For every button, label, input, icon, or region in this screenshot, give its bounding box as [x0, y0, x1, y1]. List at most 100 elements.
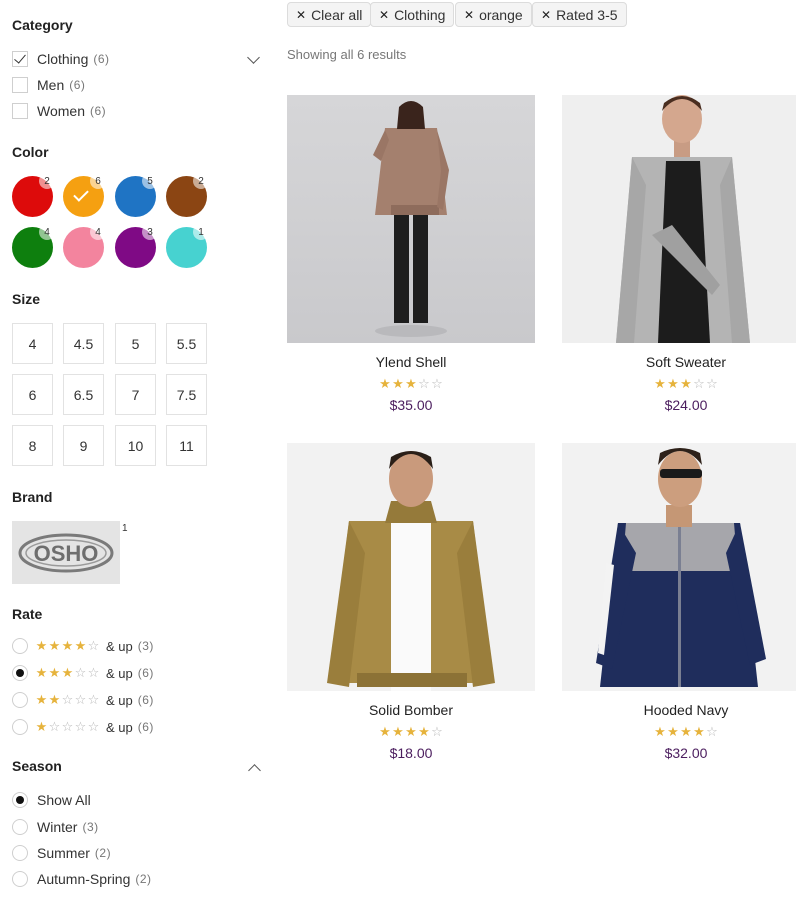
- product-image[interactable]: [287, 95, 535, 343]
- color-swatch-turquoise[interactable]: 1: [166, 224, 209, 268]
- swatch-count-badge: 2: [39, 173, 55, 189]
- chip-clothing[interactable]: ✕ Clothing: [370, 2, 455, 27]
- rate-radio[interactable]: [12, 638, 28, 654]
- product-card[interactable]: Hooded Navy ★ ★ ★ ★ ☆ $32.00: [562, 443, 796, 761]
- rate-count: (6): [137, 666, 154, 680]
- product-name[interactable]: Soft Sweater: [562, 354, 796, 370]
- rate-radio[interactable]: [12, 719, 28, 735]
- star-filled-icon: ★: [35, 692, 48, 708]
- category-count: (6): [89, 104, 107, 118]
- rate-title: Rate: [12, 606, 43, 622]
- brand-count: 1: [122, 523, 128, 534]
- size-option[interactable]: 7.5: [166, 374, 207, 415]
- results-count: Showing all 6 results: [287, 47, 407, 62]
- size-option[interactable]: 8: [12, 425, 53, 466]
- product-card[interactable]: Solid Bomber ★ ★ ★ ★ ☆ $18.00: [287, 443, 535, 761]
- star-filled-icon: ★: [405, 377, 417, 392]
- product-image[interactable]: [562, 95, 796, 343]
- season-count: (2): [135, 872, 152, 886]
- rate-radio[interactable]: [12, 665, 28, 681]
- men-checkbox[interactable]: [12, 77, 28, 93]
- size-option[interactable]: 9: [63, 425, 104, 466]
- season-radio[interactable]: [12, 819, 28, 835]
- season-option[interactable]: Winter (3): [12, 818, 99, 836]
- star-empty-icon: ☆: [706, 725, 718, 740]
- category-chevron-down-icon[interactable]: [247, 51, 260, 64]
- color-swatch-orange[interactable]: 6: [63, 173, 106, 217]
- star-filled-icon: ★: [392, 725, 404, 740]
- chip-orange[interactable]: ✕ orange: [455, 2, 532, 27]
- season-radio[interactable]: [12, 845, 28, 861]
- star-filled-icon: ★: [35, 665, 48, 681]
- rate-option-3[interactable]: ★ ★ ★ ☆ ☆ & up (6): [12, 664, 154, 682]
- product-image[interactable]: [287, 443, 535, 691]
- color-swatch-blue[interactable]: 5: [115, 173, 158, 217]
- size-option[interactable]: 11: [166, 425, 207, 466]
- chip-clear-all[interactable]: ✕ Clear all: [287, 2, 372, 27]
- product-name[interactable]: Solid Bomber: [287, 702, 535, 718]
- chip-rated[interactable]: ✕ Rated 3-5: [532, 2, 627, 27]
- brand-osho-logo[interactable]: OSHO: [12, 521, 120, 584]
- size-option[interactable]: 6.5: [63, 374, 104, 415]
- rate-label: & up: [106, 638, 133, 654]
- star-empty-icon: ☆: [74, 665, 87, 681]
- rate-label: & up: [106, 665, 133, 681]
- star-filled-icon: ★: [48, 638, 61, 654]
- product-price: $32.00: [664, 745, 708, 761]
- color-swatch-brown[interactable]: 2: [166, 173, 209, 217]
- color-swatch-pink[interactable]: 4: [63, 224, 106, 268]
- product-card[interactable]: Soft Sweater ★ ★ ★ ☆ ☆ $24.00: [562, 95, 796, 413]
- star-empty-icon: ☆: [87, 692, 100, 708]
- color-swatch-red[interactable]: 2: [12, 173, 55, 217]
- color-swatch-purple[interactable]: 3: [115, 224, 158, 268]
- close-icon: ✕: [379, 7, 390, 22]
- star-empty-icon: ☆: [431, 725, 443, 740]
- season-chevron-up-icon[interactable]: [248, 764, 261, 777]
- star-empty-icon: ☆: [61, 692, 74, 708]
- product-name[interactable]: Hooded Navy: [562, 702, 796, 718]
- season-option[interactable]: Show All: [12, 791, 91, 809]
- rate-count: (3): [137, 639, 154, 653]
- season-count: (3): [82, 820, 99, 834]
- chip-label: Clothing: [394, 6, 446, 23]
- season-option[interactable]: Autumn-Spring (2): [12, 870, 152, 888]
- star-empty-icon: ☆: [693, 377, 705, 392]
- season-label: Show All: [37, 792, 91, 808]
- product-price: $35.00: [389, 397, 433, 413]
- size-option[interactable]: 4: [12, 323, 53, 364]
- rate-radio[interactable]: [12, 692, 28, 708]
- category-item-clothing[interactable]: Clothing (6): [12, 49, 110, 69]
- size-option[interactable]: 7: [115, 374, 156, 415]
- model-figure-icon: [596, 448, 766, 687]
- rate-option-4[interactable]: ★ ★ ★ ★ ☆ & up (3): [12, 637, 154, 655]
- product-image[interactable]: [562, 443, 796, 691]
- season-title: Season: [12, 758, 62, 774]
- size-option[interactable]: 4.5: [63, 323, 104, 364]
- rate-label: & up: [106, 692, 133, 708]
- star-filled-icon: ★: [48, 692, 61, 708]
- size-option[interactable]: 5: [115, 323, 156, 364]
- color-swatch-green[interactable]: 4: [12, 224, 55, 268]
- size-option[interactable]: 6: [12, 374, 53, 415]
- star-filled-icon: ★: [667, 377, 679, 392]
- category-count: (6): [93, 52, 110, 66]
- star-filled-icon: ★: [74, 638, 87, 654]
- product-name[interactable]: Ylend Shell: [287, 354, 535, 370]
- size-option[interactable]: 10: [115, 425, 156, 466]
- category-item-women[interactable]: Women (6): [12, 101, 106, 121]
- rate-option-1[interactable]: ★ ☆ ☆ ☆ ☆ & up (6): [12, 718, 154, 736]
- women-checkbox[interactable]: [12, 103, 28, 119]
- star-filled-icon: ★: [680, 377, 692, 392]
- size-option[interactable]: 5.5: [166, 323, 207, 364]
- season-radio[interactable]: [12, 792, 28, 808]
- season-radio[interactable]: [12, 871, 28, 887]
- rate-stars: ★ ★ ★ ★ ☆: [35, 640, 100, 653]
- rate-option-2[interactable]: ★ ★ ☆ ☆ ☆ & up (6): [12, 691, 154, 709]
- product-card[interactable]: Ylend Shell ★ ★ ★ ☆ ☆ $35.00: [287, 95, 535, 413]
- star-empty-icon: ☆: [61, 719, 74, 735]
- season-option[interactable]: Summer (2): [12, 844, 111, 862]
- clothing-checkbox[interactable]: [12, 51, 28, 67]
- category-item-men[interactable]: Men (6): [12, 75, 85, 95]
- star-empty-icon: ☆: [74, 692, 87, 708]
- category-label: Men: [37, 77, 65, 93]
